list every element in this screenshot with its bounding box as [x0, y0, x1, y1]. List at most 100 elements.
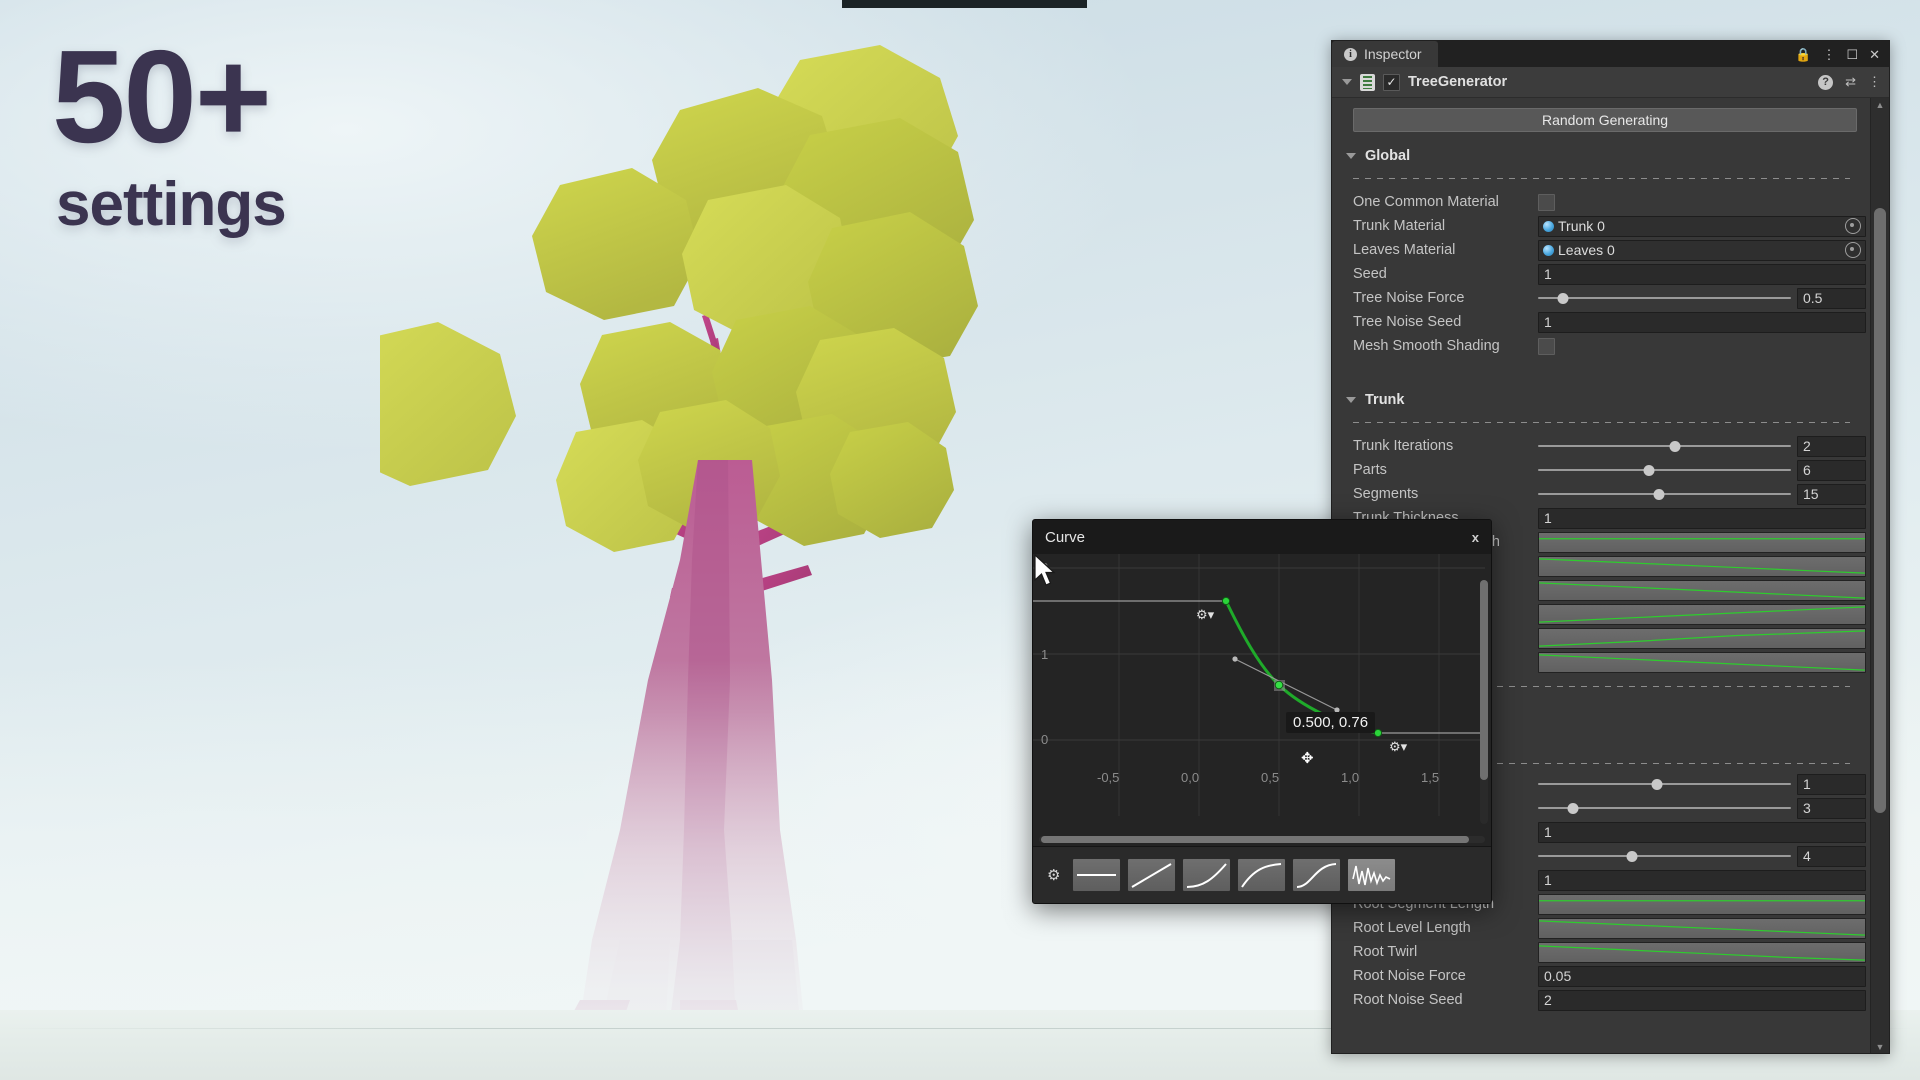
- component-enabled-checkbox[interactable]: ✓: [1383, 73, 1400, 91]
- scroll-up-icon[interactable]: ▲: [1871, 98, 1889, 111]
- root-iterations-value[interactable]: 1: [1797, 773, 1866, 795]
- mesh-smooth-shading-checkbox[interactable]: [1538, 337, 1555, 355]
- row-parts[interactable]: Parts 6: [1332, 458, 1871, 482]
- row-root-noise-seed[interactable]: Root Noise Seed 2: [1332, 988, 1871, 1012]
- root-level-length-curve[interactable]: [1538, 917, 1866, 939]
- tab-inspector[interactable]: i Inspector: [1332, 41, 1438, 67]
- row-leaves-material[interactable]: Leaves Material Leaves 0: [1332, 238, 1871, 262]
- slider-knob[interactable]: [1626, 850, 1638, 862]
- trunk-iterations-slider[interactable]: [1538, 437, 1791, 456]
- scrollbar-thumb[interactable]: [1041, 836, 1470, 843]
- object-picker-icon[interactable]: [1845, 242, 1861, 258]
- leaves-material-object-field[interactable]: Leaves 0: [1538, 239, 1866, 261]
- row-root-noise-force[interactable]: Root Noise Force 0.05: [1332, 964, 1871, 988]
- tree-noise-force-value[interactable]: 0.5: [1797, 287, 1866, 309]
- trunk-twirl-curve[interactable]: [1538, 579, 1866, 601]
- section-header-global[interactable]: Global: [1346, 148, 1871, 164]
- root-iterations-slider[interactable]: [1538, 775, 1791, 794]
- row-segments[interactable]: Segments 15: [1332, 482, 1871, 506]
- segments-slider[interactable]: [1538, 485, 1791, 504]
- row-tree-noise-force[interactable]: Tree Noise Force 0.5: [1332, 286, 1871, 310]
- curve-horizontal-scrollbar[interactable]: [1039, 836, 1485, 843]
- scroll-down-icon[interactable]: ▼: [1871, 1040, 1889, 1053]
- parts-slider[interactable]: [1538, 461, 1791, 480]
- kebab-icon[interactable]: ⋮: [1868, 74, 1881, 90]
- preset-noise[interactable]: [1347, 858, 1397, 892]
- inspector-scrollbar[interactable]: ▲ ▼: [1870, 98, 1889, 1053]
- curve-presets-bar[interactable]: ⚙: [1033, 846, 1491, 903]
- curve-window-titlebar[interactable]: Curve x: [1033, 520, 1491, 554]
- maximize-icon[interactable]: ☐: [1846, 48, 1858, 61]
- trunk-material-object-field[interactable]: Trunk 0: [1538, 215, 1866, 237]
- root-segment-length-curve[interactable]: [1538, 893, 1866, 915]
- root-segments-input[interactable]: 1: [1538, 821, 1866, 843]
- slider-knob[interactable]: [1567, 802, 1579, 814]
- root-noise-force-input[interactable]: 0.05: [1538, 965, 1866, 987]
- gear-icon[interactable]: ⚙▾: [1389, 740, 1407, 753]
- root-noise-seed-input[interactable]: 2: [1538, 989, 1866, 1011]
- slider-knob[interactable]: [1643, 464, 1655, 476]
- component-header[interactable]: ✓ TreeGenerator ? ⇄ ⋮: [1332, 67, 1889, 98]
- tree-noise-force-slider[interactable]: [1538, 289, 1791, 308]
- random-generating-button[interactable]: Random Generating: [1353, 108, 1857, 132]
- segments-value[interactable]: 15: [1797, 483, 1866, 505]
- trunk-taper-curve[interactable]: [1538, 651, 1866, 673]
- trunk-gravity-curve[interactable]: [1538, 627, 1866, 649]
- chevron-down-icon[interactable]: [1346, 397, 1356, 403]
- preset-ease-in-out[interactable]: [1292, 858, 1342, 892]
- preset-linear[interactable]: [1127, 858, 1177, 892]
- trunk-iterations-value[interactable]: 2: [1797, 435, 1866, 457]
- keyframe-point-selected[interactable]: [1274, 680, 1284, 690]
- chevron-down-icon[interactable]: [1346, 153, 1356, 159]
- kebab-icon[interactable]: ⋮: [1822, 48, 1835, 61]
- root-twirl-curve[interactable]: [1538, 941, 1866, 963]
- row-mesh-smooth-shading[interactable]: Mesh Smooth Shading: [1332, 334, 1871, 358]
- scrollbar-thumb[interactable]: [1480, 580, 1488, 781]
- preset-ease-in[interactable]: [1182, 858, 1232, 892]
- gear-icon[interactable]: ⚙▾: [1196, 608, 1214, 621]
- close-icon[interactable]: x: [1472, 530, 1479, 545]
- slider-knob[interactable]: [1557, 292, 1569, 304]
- tangent-handle-left[interactable]: [1232, 656, 1238, 662]
- keyframe-point[interactable]: [1221, 596, 1231, 606]
- slider-knob[interactable]: [1669, 440, 1681, 452]
- root-level-slider[interactable]: [1538, 847, 1791, 866]
- slider-knob[interactable]: [1653, 488, 1665, 500]
- trunk-bend-curve[interactable]: [1538, 603, 1866, 625]
- curve-graph[interactable]: 2 1 0 -0,5 0,0 0,5 1,0 1,5 ⚙▾ ⚙▾ 0.500, …: [1033, 554, 1491, 846]
- root-level-value[interactable]: 4: [1797, 845, 1866, 867]
- chevron-down-icon[interactable]: [1342, 79, 1352, 85]
- root-thickness-input[interactable]: 1: [1538, 869, 1866, 891]
- row-one-common-material[interactable]: One Common Material: [1332, 190, 1871, 214]
- tangent-handle-line[interactable]: [1234, 658, 1338, 711]
- gear-icon[interactable]: ⚙: [1047, 866, 1060, 884]
- trunk-level-length-curve[interactable]: [1538, 555, 1866, 577]
- slider-knob[interactable]: [1651, 778, 1663, 790]
- root-parts-slider[interactable]: [1538, 799, 1791, 818]
- trunk-segment-length-curve[interactable]: [1538, 531, 1866, 553]
- row-seed[interactable]: Seed 1: [1332, 262, 1871, 286]
- parts-value[interactable]: 6: [1797, 459, 1866, 481]
- object-picker-icon[interactable]: [1845, 218, 1861, 234]
- row-root-level-length[interactable]: Root Level Length: [1332, 916, 1871, 940]
- section-header-trunk[interactable]: Trunk: [1346, 392, 1871, 408]
- lock-icon[interactable]: 🔒: [1795, 48, 1811, 61]
- close-icon[interactable]: ✕: [1869, 48, 1880, 61]
- seed-input[interactable]: 1: [1538, 263, 1866, 285]
- tree-noise-seed-input[interactable]: 1: [1538, 311, 1866, 333]
- curve-editor-window[interactable]: Curve x 2 1 0 -0,5 0,0 0,5 1,0 1,5 ⚙▾ ⚙▾…: [1032, 519, 1492, 904]
- row-trunk-iterations[interactable]: Trunk Iterations 2: [1332, 434, 1871, 458]
- preset-ease-out[interactable]: [1237, 858, 1287, 892]
- curve-vertical-scrollbar[interactable]: [1480, 580, 1488, 824]
- row-tree-noise-seed[interactable]: Tree Noise Seed 1: [1332, 310, 1871, 334]
- one-common-material-checkbox[interactable]: [1538, 193, 1555, 211]
- trunk-thickness-input[interactable]: 1: [1538, 507, 1866, 529]
- help-icon[interactable]: ?: [1818, 74, 1834, 90]
- row-trunk-material[interactable]: Trunk Material Trunk 0: [1332, 214, 1871, 238]
- keyframe-point[interactable]: [1373, 728, 1383, 738]
- root-parts-value[interactable]: 3: [1797, 797, 1866, 819]
- row-root-twirl[interactable]: Root Twirl: [1332, 940, 1871, 964]
- preset-icon[interactable]: ⇄: [1845, 74, 1856, 90]
- scrollbar-thumb[interactable]: [1874, 208, 1886, 813]
- preset-constant[interactable]: [1072, 858, 1122, 892]
